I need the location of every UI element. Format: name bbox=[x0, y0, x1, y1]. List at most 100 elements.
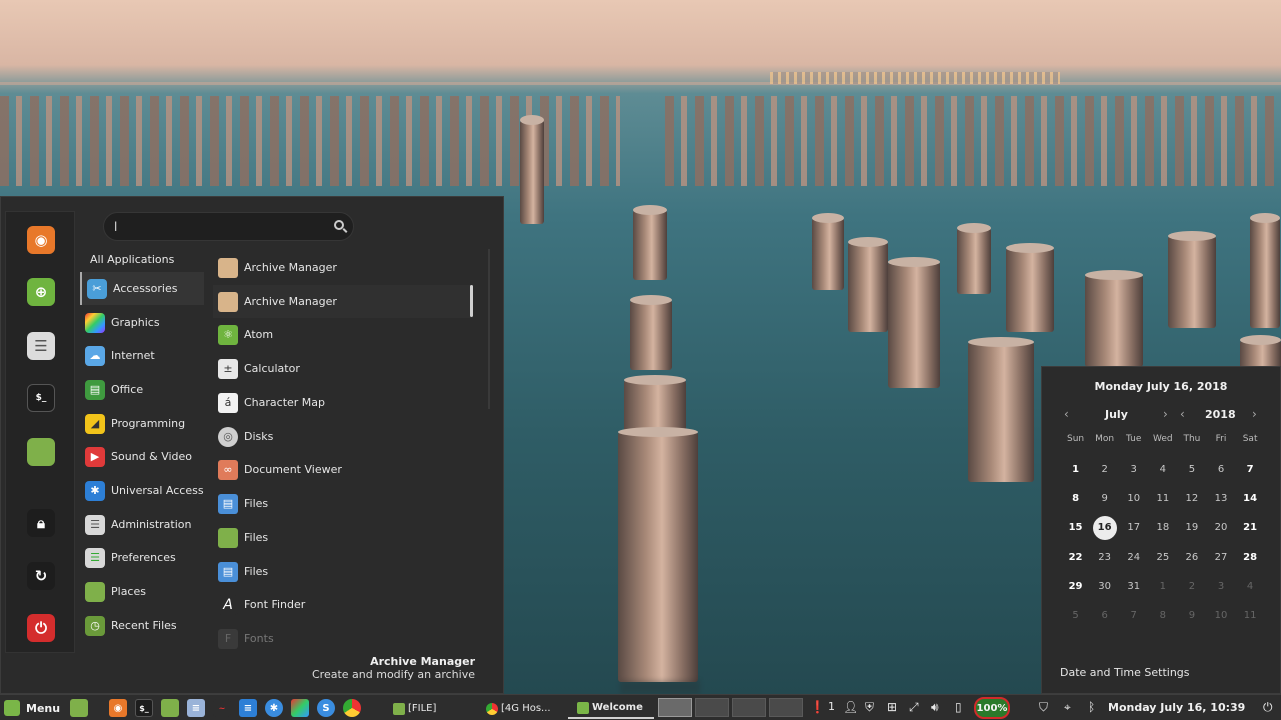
terminal-icon[interactable]: $_ bbox=[135, 699, 153, 717]
date-time-settings-link[interactable]: Date and Time Settings bbox=[1060, 666, 1190, 679]
calendar-day[interactable]: 3 bbox=[1206, 581, 1235, 592]
terminal-icon[interactable]: $_ bbox=[27, 384, 55, 412]
app-archive-manager[interactable]: Archive Manager bbox=[213, 251, 473, 284]
text-editor-icon[interactable]: ≡ bbox=[187, 699, 205, 717]
calendar-day[interactable]: 10 bbox=[1206, 610, 1235, 621]
window-button-welcome[interactable]: Welcome bbox=[568, 698, 654, 719]
app-disks[interactable]: ◎ Disks bbox=[213, 420, 473, 453]
all-applications-label[interactable]: All Applications bbox=[90, 253, 174, 266]
app-character-map[interactable]: á Character Map bbox=[213, 386, 473, 419]
calendar-day[interactable]: 6 bbox=[1206, 464, 1235, 475]
calendar-day[interactable]: 2 bbox=[1177, 581, 1206, 592]
calendar-day[interactable]: 20 bbox=[1206, 522, 1235, 533]
calendar-day[interactable]: 4 bbox=[1148, 464, 1177, 475]
app-font-finder[interactable]: A Font Finder bbox=[213, 588, 473, 621]
category-preferences[interactable]: ☰ Preferences bbox=[80, 541, 204, 574]
app-fonts[interactable]: F Fonts bbox=[213, 622, 473, 655]
calendar-day[interactable]: 9 bbox=[1177, 610, 1206, 621]
search-input[interactable] bbox=[114, 219, 329, 235]
shield-icon[interactable]: ⛉ bbox=[1039, 700, 1048, 715]
browser-icon[interactable]: S bbox=[317, 699, 335, 717]
software-manager-icon[interactable]: ⊕ bbox=[27, 278, 55, 306]
calendar-day[interactable]: 12 bbox=[1177, 493, 1206, 504]
calendar-day[interactable]: 11 bbox=[1148, 493, 1177, 504]
calendar-day[interactable]: 4 bbox=[1236, 581, 1265, 592]
calendar-day[interactable]: 28 bbox=[1236, 552, 1265, 563]
calendar-day[interactable]: 9 bbox=[1090, 493, 1119, 504]
calendar-day[interactable]: 26 bbox=[1177, 552, 1206, 563]
calendar-day[interactable]: 8 bbox=[1061, 493, 1090, 504]
calendar-day[interactable]: 5 bbox=[1061, 610, 1090, 621]
calendar-day[interactable]: 22 bbox=[1061, 552, 1090, 563]
clipboard-icon[interactable]: ▯ bbox=[955, 700, 962, 714]
chrome-icon[interactable] bbox=[343, 699, 361, 717]
window-button-file[interactable]: [FILE] bbox=[393, 698, 436, 719]
calendar-day[interactable]: 13 bbox=[1206, 493, 1235, 504]
category-universal-access[interactable]: ✱ Universal Access bbox=[80, 474, 204, 507]
category-places[interactable]: Places bbox=[80, 575, 204, 608]
show-desktop-icon[interactable] bbox=[70, 699, 88, 717]
calendar-day[interactable]: 7 bbox=[1236, 464, 1265, 475]
prev-month-icon[interactable]: ‹ bbox=[1064, 407, 1069, 421]
calendar-day[interactable]: 7 bbox=[1119, 610, 1148, 621]
menu-button[interactable]: Menu bbox=[4, 698, 60, 718]
app-files[interactable]: ▤ Files bbox=[213, 487, 473, 520]
files-icon[interactable] bbox=[161, 699, 179, 717]
calendar-day[interactable]: 27 bbox=[1206, 552, 1235, 563]
category-sound-video[interactable]: ▶ Sound & Video bbox=[80, 440, 204, 473]
calendar-day[interactable]: 1 bbox=[1148, 581, 1177, 592]
calendar-day[interactable]: 17 bbox=[1119, 522, 1148, 533]
power-menu-icon[interactable]: ⏻ bbox=[1263, 700, 1273, 715]
calendar-day[interactable]: 6 bbox=[1090, 610, 1119, 621]
notifications-icon[interactable]: ❗ bbox=[810, 700, 825, 714]
calendar-day[interactable]: 14 bbox=[1236, 493, 1265, 504]
location-icon[interactable]: ⌖ bbox=[1064, 700, 1071, 715]
calendar-day[interactable]: 2 bbox=[1090, 464, 1119, 475]
workspace-4[interactable] bbox=[769, 698, 803, 717]
next-month-icon[interactable]: › bbox=[1163, 407, 1168, 421]
category-recent-files[interactable]: ◷ Recent Files bbox=[80, 609, 204, 642]
writer-icon[interactable]: ≡ bbox=[239, 699, 257, 717]
calendar-day[interactable]: 16 bbox=[1090, 515, 1119, 540]
firefox-icon[interactable]: ◉ bbox=[109, 699, 127, 717]
calendar-day[interactable]: 10 bbox=[1119, 493, 1148, 504]
calendar-day[interactable]: 18 bbox=[1148, 522, 1177, 533]
search-icon[interactable] bbox=[334, 220, 344, 230]
calendar-day[interactable]: 19 bbox=[1177, 522, 1206, 533]
battery-indicator[interactable]: 100% bbox=[974, 697, 1010, 719]
virtualbox-icon[interactable] bbox=[291, 699, 309, 717]
files-icon[interactable] bbox=[27, 438, 55, 466]
app-files[interactable]: ▤ Files bbox=[213, 555, 473, 588]
workspace-1[interactable] bbox=[658, 698, 692, 717]
search-box[interactable] bbox=[103, 212, 354, 241]
calendar-day[interactable]: 30 bbox=[1090, 581, 1119, 592]
workspace-3[interactable] bbox=[732, 698, 766, 717]
lock-icon[interactable]: 🔒︎ bbox=[27, 509, 55, 537]
calendar-day[interactable]: 5 bbox=[1177, 464, 1206, 475]
bluetooth-icon[interactable]: ᛒ bbox=[1088, 700, 1095, 714]
category-internet[interactable]: ☁ Internet bbox=[80, 339, 204, 372]
next-year-icon[interactable]: › bbox=[1252, 407, 1257, 421]
calendar-day[interactable]: 24 bbox=[1119, 552, 1148, 563]
category-graphics[interactable]: Graphics bbox=[80, 306, 204, 339]
calendar-day[interactable]: 8 bbox=[1148, 610, 1177, 621]
software-icon[interactable]: ✱ bbox=[265, 699, 283, 717]
calendar-day[interactable]: 23 bbox=[1090, 552, 1119, 563]
calendar-day[interactable]: 11 bbox=[1236, 610, 1265, 621]
calendar-day[interactable]: 1 bbox=[1061, 464, 1090, 475]
update-manager-icon[interactable]: ⛨ bbox=[865, 700, 874, 715]
network-icon[interactable]: ⊞ bbox=[887, 700, 897, 714]
calendar-day[interactable]: 21 bbox=[1236, 522, 1265, 533]
scrollbar-track[interactable] bbox=[488, 249, 490, 409]
firefox-icon[interactable]: ◉ bbox=[27, 226, 55, 254]
scrollbar-thumb[interactable] bbox=[470, 285, 473, 317]
category-programming[interactable]: ◢ Programming bbox=[80, 407, 204, 440]
network-graph-icon[interactable]: ⤢ bbox=[909, 700, 919, 715]
workspace-2[interactable] bbox=[695, 698, 729, 717]
category-accessories[interactable]: ✂ Accessories bbox=[80, 272, 204, 305]
settings-icon[interactable]: ☰ bbox=[27, 332, 55, 360]
calendar-day[interactable]: 31 bbox=[1119, 581, 1148, 592]
prev-year-icon[interactable]: ‹ bbox=[1180, 407, 1185, 421]
app-atom[interactable]: ⚛ Atom bbox=[213, 318, 473, 351]
app-files[interactable]: Files bbox=[213, 521, 473, 554]
